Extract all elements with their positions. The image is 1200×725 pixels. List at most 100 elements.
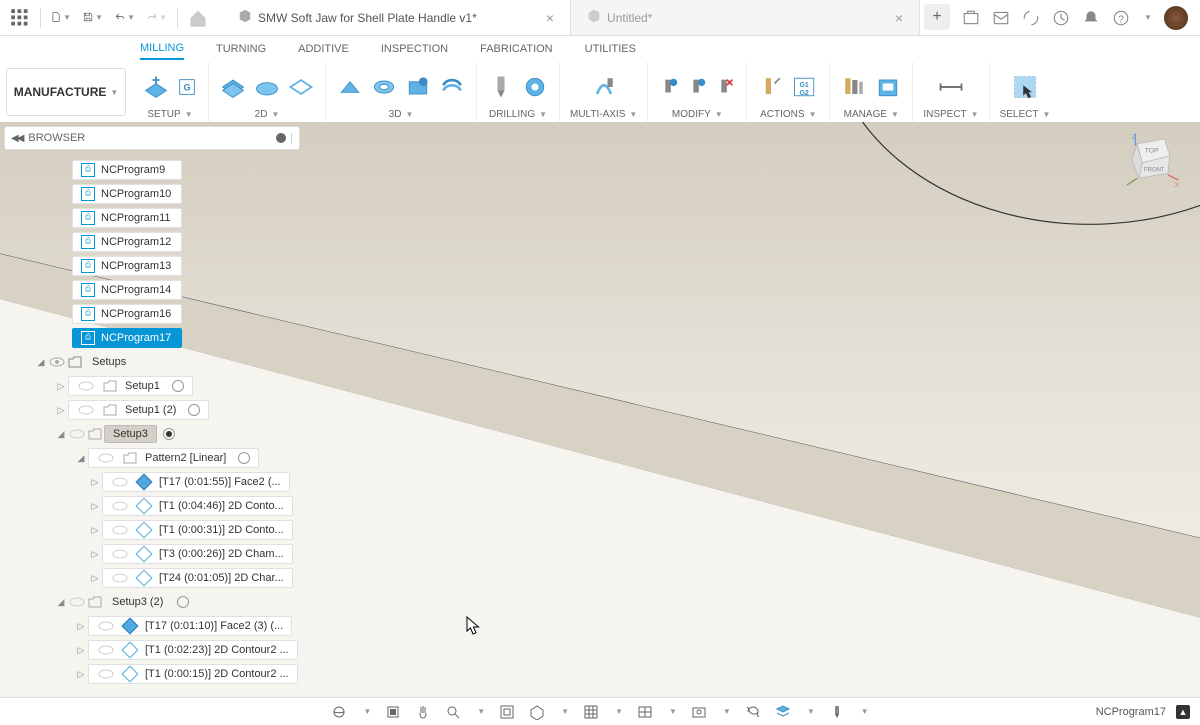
ribbon-tab-milling[interactable]: MILLING <box>140 38 184 60</box>
drill-icon[interactable] <box>487 73 515 101</box>
app-grid-icon[interactable] <box>10 8 30 28</box>
refresh-icon[interactable] <box>745 704 761 720</box>
setup-icon[interactable] <box>142 73 170 101</box>
modify-tool-1[interactable] <box>658 76 680 98</box>
layers-icon[interactable] <box>775 704 791 720</box>
visibility-icon[interactable] <box>111 571 129 585</box>
close-tab-icon[interactable]: × <box>534 10 554 26</box>
operation-node[interactable]: ▷ [T17 (0:01:10)] Face2 (3) (... <box>4 614 300 638</box>
active-radio[interactable] <box>177 596 189 608</box>
visibility-icon[interactable] <box>111 499 129 513</box>
ncprogram-node[interactable]: ⎙NCProgram13 <box>4 254 300 278</box>
new-tab-button[interactable]: + <box>924 4 950 30</box>
workspace-switcher[interactable]: MANUFACTURE ▼ <box>6 68 126 116</box>
setup1-node[interactable]: ▷ Setup1 <box>4 374 300 398</box>
pan-icon[interactable] <box>415 704 431 720</box>
swarf-icon[interactable] <box>590 73 618 101</box>
look-at-icon[interactable] <box>385 704 401 720</box>
horizontal-icon[interactable] <box>404 73 432 101</box>
viewport-icon[interactable] <box>637 704 653 720</box>
machine-library-icon[interactable] <box>874 73 902 101</box>
tool-library-icon[interactable] <box>840 73 868 101</box>
save-icon[interactable]: ▼ <box>83 8 103 28</box>
visibility-icon[interactable] <box>48 355 66 369</box>
bell-icon[interactable] <box>1082 9 1100 27</box>
viewcube[interactable]: TOP FRONT Z X <box>1120 132 1180 188</box>
modify-tool-2[interactable] <box>686 76 708 98</box>
scallop-icon[interactable] <box>438 73 466 101</box>
active-radio[interactable] <box>238 452 250 464</box>
operation-node[interactable]: ▷ [T17 (0:01:55)] Face2 (... <box>4 470 300 494</box>
home-icon[interactable] <box>188 8 208 28</box>
setup3-2-node[interactable]: ◢ Setup3 (2) <box>4 590 300 614</box>
visibility-icon[interactable] <box>68 595 86 609</box>
nc-program-icon[interactable]: G <box>176 76 198 98</box>
ncprogram-node[interactable]: ⎙NCProgram14 <box>4 278 300 302</box>
new-file-icon[interactable]: ▼ <box>51 8 71 28</box>
zoom-icon[interactable] <box>445 704 461 720</box>
operation-node[interactable]: ▷ [T1 (0:00:31)] 2D Conto... <box>4 518 300 542</box>
settings-dot-icon[interactable] <box>276 133 286 143</box>
visibility-icon[interactable] <box>77 379 95 393</box>
generate-icon[interactable] <box>757 73 785 101</box>
visibility-icon[interactable] <box>77 403 95 417</box>
ribbon-tab-turning[interactable]: TURNING <box>216 39 266 59</box>
browser-header[interactable]: ◀◀ BROWSER | <box>4 126 300 150</box>
visibility-icon[interactable] <box>97 619 115 633</box>
operation-node[interactable]: ▷ [T3 (0:00:26)] 2D Cham... <box>4 542 300 566</box>
visibility-icon[interactable] <box>111 523 129 537</box>
operation-node[interactable]: ▷ [T24 (0:01:05)] 2D Char... <box>4 566 300 590</box>
visibility-icon[interactable] <box>111 475 129 489</box>
ribbon-tab-utilities[interactable]: UTILITIES <box>585 39 636 59</box>
job-status-icon[interactable] <box>1022 9 1040 27</box>
help-icon[interactable]: ? <box>1112 9 1130 27</box>
extensions-icon[interactable] <box>962 9 980 27</box>
operation-node[interactable]: ▷ [T1 (0:04:46)] 2D Conto... <box>4 494 300 518</box>
orbit-icon[interactable] <box>331 704 347 720</box>
setup3-node[interactable]: ◢ Setup3 <box>4 422 300 446</box>
adaptive-icon[interactable] <box>336 73 364 101</box>
grid-icon[interactable] <box>583 704 599 720</box>
contour-icon[interactable] <box>253 73 281 101</box>
fit-icon[interactable] <box>499 704 515 720</box>
parallel-icon[interactable] <box>370 73 398 101</box>
visibility-icon[interactable] <box>68 427 86 441</box>
visibility-icon[interactable] <box>97 667 115 681</box>
visibility-icon[interactable] <box>97 643 115 657</box>
user-avatar[interactable] <box>1164 6 1188 30</box>
active-radio[interactable] <box>172 380 184 392</box>
measure-icon[interactable] <box>937 73 965 101</box>
redo-icon[interactable]: ▼ <box>147 8 167 28</box>
close-tab-icon[interactable]: × <box>883 10 903 26</box>
ncprogram-node[interactable]: ⎙NCProgram11 <box>4 206 300 230</box>
visibility-icon[interactable] <box>111 547 129 561</box>
select-icon[interactable] <box>1011 73 1039 101</box>
notifications-icon[interactable] <box>992 9 1010 27</box>
pattern2-node[interactable]: ◢ Pattern2 [Linear] <box>4 446 300 470</box>
active-radio[interactable] <box>188 404 200 416</box>
ncprogram-node[interactable]: ⎙NCProgram10 <box>4 182 300 206</box>
ribbon-tab-inspection[interactable]: INSPECTION <box>381 39 448 59</box>
active-radio[interactable] <box>163 428 175 440</box>
ncprogram-node[interactable]: ⎙NCProgram9 <box>4 158 300 182</box>
face-icon[interactable] <box>219 73 247 101</box>
operation-node[interactable]: ▷ [T1 (0:00:15)] 2D Contour2 ... <box>4 662 300 686</box>
ncprogram-node[interactable]: ⎙NCProgram12 <box>4 230 300 254</box>
hole-icon[interactable] <box>521 73 549 101</box>
setup1-2-node[interactable]: ▷ Setup1 (2) <box>4 398 300 422</box>
postprocess-icon[interactable]: G1G2 <box>791 73 819 101</box>
document-tab-1[interactable]: SMW Soft Jaw for Shell Plate Handle v1* … <box>222 0 571 35</box>
operation-node[interactable]: ▷ [T1 (0:02:23)] 2D Contour2 ... <box>4 638 300 662</box>
capture-icon[interactable] <box>691 704 707 720</box>
help-dropdown[interactable]: ▼ <box>1144 13 1152 22</box>
setups-node[interactable]: ◢ Setups <box>4 350 300 374</box>
ncprogram-node[interactable]: ⎙NCProgram17 <box>4 326 300 350</box>
ncprogram-node[interactable]: ⎙NCProgram16 <box>4 302 300 326</box>
undo-icon[interactable]: ▼ <box>115 8 135 28</box>
display-style-icon[interactable] <box>529 704 545 720</box>
document-tab-2[interactable]: Untitled* × <box>571 0 920 35</box>
visibility-icon[interactable] <box>97 451 115 465</box>
clock-icon[interactable] <box>1052 9 1070 27</box>
tool-icon[interactable] <box>829 704 845 720</box>
autodesk-logo-icon[interactable]: ▲ <box>1176 705 1190 719</box>
